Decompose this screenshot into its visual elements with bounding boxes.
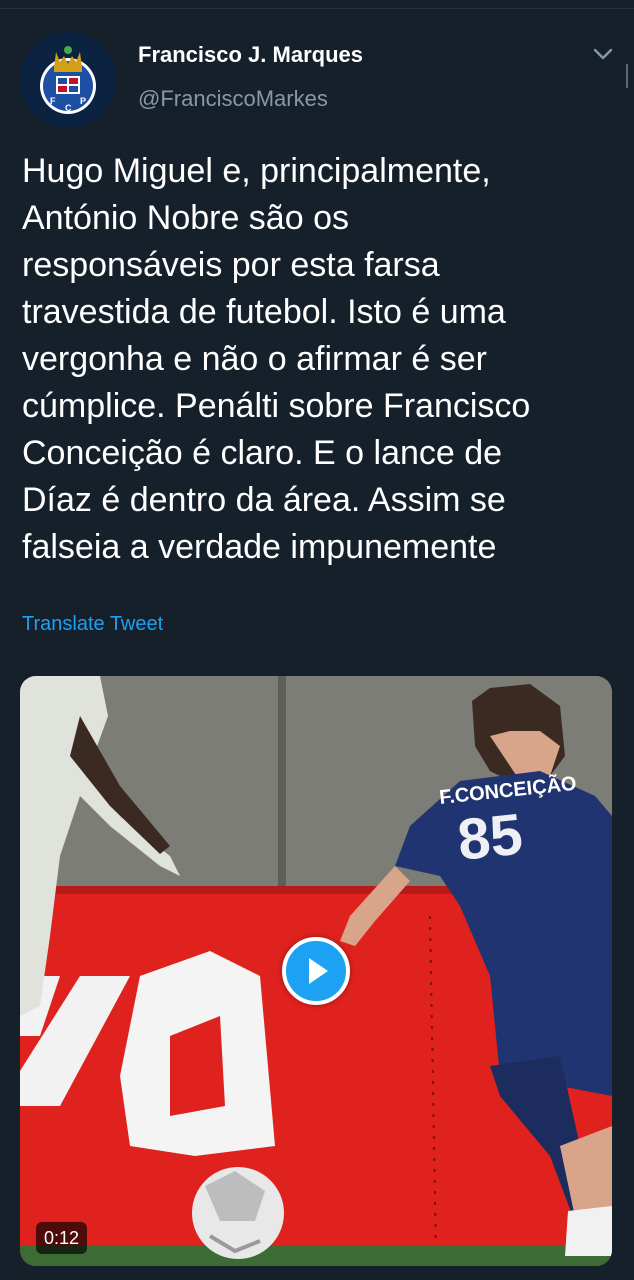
tweet-text: Hugo Miguel e, principalmente, António N… — [22, 148, 622, 571]
tweet-line: falseia a verdade impunemente — [22, 528, 497, 566]
tweet-line: responsáveis por esta farsa — [22, 246, 440, 284]
svg-text:C: C — [65, 103, 72, 113]
svg-text:F: F — [50, 96, 56, 106]
translate-tweet-link[interactable]: Translate Tweet — [22, 613, 163, 636]
tweet-line: António Nobre são os — [22, 199, 349, 237]
play-button[interactable] — [282, 937, 350, 1005]
jersey-number: 85 — [455, 802, 526, 873]
top-divider — [0, 8, 634, 9]
user-handle[interactable]: @FranciscoMarkes — [138, 86, 328, 112]
video-player[interactable]: F.CONCEIÇÃO 85 0:12 — [20, 676, 612, 1266]
avatar[interactable]: F C P — [20, 32, 116, 128]
play-icon — [309, 958, 328, 984]
svg-text:P: P — [80, 96, 86, 106]
tweet-line: cúmplice. Penálti sobre Francisco — [22, 387, 531, 425]
tweet-line: Hugo Miguel e, principalmente, — [22, 152, 491, 190]
scrollbar-thumb[interactable] — [626, 64, 628, 88]
video-duration: 0:12 — [36, 1222, 88, 1254]
tweet-line: Díaz é dentro da área. Assim se — [22, 481, 506, 519]
tweet-line: vergonha e não o afirmar é ser — [22, 340, 487, 378]
chevron-down-icon[interactable] — [592, 46, 614, 62]
display-name[interactable]: Francisco J. Marques — [138, 42, 363, 68]
tweet-line: travestida de futebol. Isto é uma — [22, 293, 506, 331]
tweet-line: Conceição é claro. E o lance de — [22, 434, 503, 472]
fc-porto-crest-icon: F C P — [20, 32, 116, 128]
